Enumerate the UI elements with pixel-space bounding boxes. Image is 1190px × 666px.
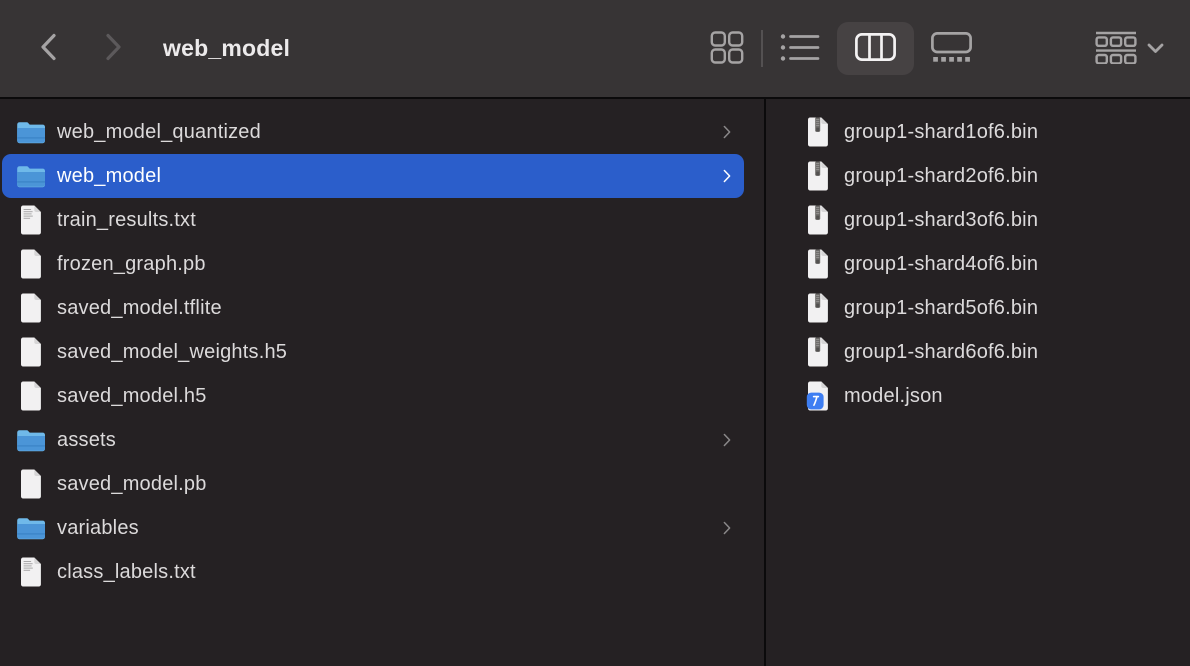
file-name: group1-shard4of6.bin [844,253,1038,276]
file-row[interactable]: group1-shard6of6.bin [766,330,1182,374]
blank-file-icon [16,293,46,323]
file-name: saved_model_weights.h5 [57,341,287,364]
finder-window: web_model web_model_quantized web_model … [0,0,1190,666]
blank-file-icon [16,337,46,367]
file-row[interactable]: frozen_graph.pb [2,242,744,286]
chevron-down-icon [1147,43,1164,54]
file-name: web_model [57,165,161,188]
file-row[interactable]: variables [2,506,744,550]
file-row[interactable]: model.json [766,374,1182,418]
list-icon [780,33,820,65]
gallery-icon [931,32,972,65]
column-parent: web_model_quantized web_model train_resu… [0,99,766,666]
file-name: group1-shard3of6.bin [844,209,1038,232]
text-file-icon [16,205,46,235]
forward-button[interactable] [103,32,124,65]
file-row[interactable]: group1-shard2of6.bin [766,154,1182,198]
text-file-icon [16,557,46,587]
folder-icon [16,121,46,144]
blank-file-icon [16,249,46,279]
file-row[interactable]: group1-shard5of6.bin [766,286,1182,330]
blank-file-icon [16,469,46,499]
bin-file-icon [803,249,833,279]
folder-icon [16,429,46,452]
chevron-right-icon [722,432,732,448]
file-row[interactable]: web_model [2,154,744,198]
toolbar-separator [761,30,763,67]
file-row[interactable]: assets [2,418,744,462]
grid-icon [710,31,744,67]
group-by-button[interactable] [1095,31,1164,67]
view-mode-list-button[interactable] [780,33,820,65]
file-row[interactable]: class_labels.txt [2,550,744,594]
file-name: saved_model.pb [57,473,207,496]
file-row[interactable]: group1-shard1of6.bin [766,110,1182,154]
view-mode-columns-button[interactable] [837,22,914,75]
file-name: model.json [844,385,943,408]
chevron-right-icon [722,168,732,184]
file-row[interactable]: group1-shard3of6.bin [766,198,1182,242]
bin-file-icon [803,337,833,367]
file-name: group1-shard1of6.bin [844,121,1038,144]
bin-file-icon [803,205,833,235]
view-mode-icons-button[interactable] [710,31,744,67]
file-row[interactable]: train_results.txt [2,198,744,242]
file-name: train_results.txt [57,209,196,232]
file-row[interactable]: saved_model_weights.h5 [2,330,744,374]
file-name: saved_model.tflite [57,297,222,320]
file-name: web_model_quantized [57,121,261,144]
group-icon [1095,31,1137,67]
column-child: group1-shard1of6.bin group1-shard2of6.bi… [766,99,1190,666]
file-row[interactable]: saved_model.tflite [2,286,744,330]
bin-file-icon [803,161,833,191]
columns-icon [855,33,896,64]
chevron-left-icon [38,32,59,65]
folder-icon [16,517,46,540]
window-title: web_model [163,35,290,62]
chevron-right-icon [722,124,732,140]
chevron-right-icon [103,32,124,65]
file-name: frozen_graph.pb [57,253,206,276]
file-row[interactable]: saved_model.pb [2,462,744,506]
bin-file-icon [803,293,833,323]
back-button[interactable] [38,32,59,65]
bin-file-icon [803,117,833,147]
chevron-right-icon [722,520,732,536]
file-name: assets [57,429,116,452]
folder-icon [16,165,46,188]
file-name: group1-shard6of6.bin [844,341,1038,364]
file-row[interactable]: web_model_quantized [2,110,744,154]
view-mode-gallery-button[interactable] [931,32,972,65]
file-row[interactable]: group1-shard4of6.bin [766,242,1182,286]
file-name: group1-shard2of6.bin [844,165,1038,188]
file-name: variables [57,517,139,540]
file-name: saved_model.h5 [57,385,207,408]
json-file-icon [803,381,833,411]
toolbar: web_model [0,0,1190,99]
view-mode-switcher [699,22,983,75]
file-row[interactable]: saved_model.h5 [2,374,744,418]
blank-file-icon [16,381,46,411]
column-view: web_model_quantized web_model train_resu… [0,99,1190,666]
file-name: group1-shard5of6.bin [844,297,1038,320]
file-name: class_labels.txt [57,561,196,584]
